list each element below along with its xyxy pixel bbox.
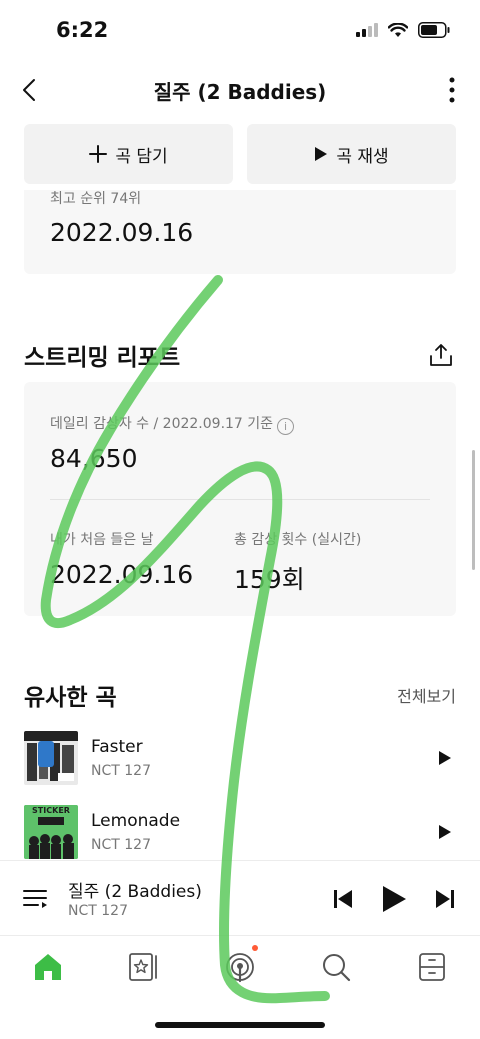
album-art-text: STICKER	[32, 806, 70, 815]
daily-listeners-label: 데일리 감상자 수 / 2022.09.17 기준	[50, 416, 274, 432]
first-listened-value: 2022.09.16	[50, 560, 194, 589]
play-button[interactable]	[434, 747, 456, 769]
tab-search[interactable]	[288, 937, 384, 997]
notification-dot	[252, 945, 258, 951]
total-plays-value: 159회	[234, 565, 305, 594]
list-item[interactable]: Faster NCT 127	[24, 731, 456, 787]
add-song-button[interactable]: 곡 담기	[24, 124, 233, 184]
tab-storage[interactable]	[384, 937, 480, 997]
skip-previous-icon	[334, 890, 352, 908]
podcast-icon	[226, 953, 254, 983]
play-pause-button[interactable]	[378, 883, 410, 915]
cellular-signal-icon	[356, 23, 378, 37]
play-song-button[interactable]: 곡 재생	[247, 124, 456, 184]
mini-player[interactable]: 질주 (2 Baddies) NCT 127	[0, 860, 480, 936]
playlist-button[interactable]	[22, 885, 50, 913]
list-item[interactable]: STICKER Lemonade NCT 127	[24, 805, 456, 861]
play-icon	[383, 886, 406, 912]
status-bar: 6:22	[0, 0, 480, 60]
play-button[interactable]	[434, 821, 456, 843]
more-vertical-icon	[449, 77, 455, 103]
add-song-label: 곡 담기	[115, 146, 168, 167]
previous-button[interactable]	[327, 883, 359, 915]
navigation-bar: 질주 (2 Baddies)	[0, 62, 480, 118]
peak-rank-label: 최고 순위 74위	[50, 191, 142, 207]
daily-listeners-value: 84,650	[50, 444, 138, 473]
storage-icon	[419, 953, 445, 981]
peak-rank-date: 2022.09.16	[50, 218, 194, 247]
search-icon	[323, 954, 351, 982]
streaming-report-card: 데일리 감상자 수 / 2022.09.17 기준 i 84,650 내가 처음 …	[24, 382, 456, 616]
more-options-button[interactable]	[442, 74, 462, 106]
streaming-report-title: 스트리밍 리포트	[24, 345, 181, 371]
song-title: Faster	[91, 737, 143, 757]
play-song-label: 곡 재생	[336, 146, 389, 167]
play-icon	[439, 825, 451, 839]
plus-icon	[89, 145, 108, 163]
daily-listeners-label-row: 데일리 감상자 수 / 2022.09.17 기준 i	[50, 413, 295, 435]
page-title: 질주 (2 Baddies)	[153, 80, 327, 104]
song-title: Lemonade	[91, 811, 181, 831]
peak-rank-card: 최고 순위 74위 2022.09.16	[24, 190, 456, 274]
library-icon	[129, 953, 157, 981]
share-icon	[430, 344, 452, 366]
now-playing-title: 질주 (2 Baddies)	[68, 882, 202, 902]
status-icons	[356, 22, 450, 38]
scrollbar[interactable]	[472, 450, 475, 570]
home-icon	[35, 954, 61, 980]
song-artist: NCT 127	[91, 837, 151, 853]
song-artist: NCT 127	[91, 763, 151, 779]
action-row: 곡 담기 곡 재생	[24, 124, 456, 184]
share-button[interactable]	[426, 340, 456, 370]
total-plays-label: 총 감상 횟수 (실시간)	[234, 532, 362, 548]
status-time: 6:22	[56, 18, 109, 42]
tab-home[interactable]	[0, 937, 96, 997]
see-all-link[interactable]: 전체보기	[397, 683, 456, 707]
first-listened-label: 내가 처음 들은 날	[50, 532, 154, 548]
battery-icon	[418, 22, 450, 38]
tab-podcast[interactable]	[192, 937, 288, 997]
info-icon[interactable]: i	[277, 418, 295, 435]
play-icon	[439, 751, 451, 765]
next-button[interactable]	[429, 883, 461, 915]
tab-library[interactable]	[96, 937, 192, 997]
wifi-icon	[388, 22, 408, 37]
home-indicator	[155, 1022, 325, 1028]
play-icon	[315, 147, 328, 161]
divider	[50, 499, 430, 500]
skip-next-icon	[436, 890, 454, 908]
playlist-icon	[23, 890, 47, 908]
tab-bar	[0, 937, 480, 997]
now-playing-artist: NCT 127	[68, 903, 128, 919]
album-art	[24, 731, 78, 785]
similar-songs-title: 유사한 곡	[24, 685, 117, 711]
album-art: STICKER	[24, 805, 78, 859]
